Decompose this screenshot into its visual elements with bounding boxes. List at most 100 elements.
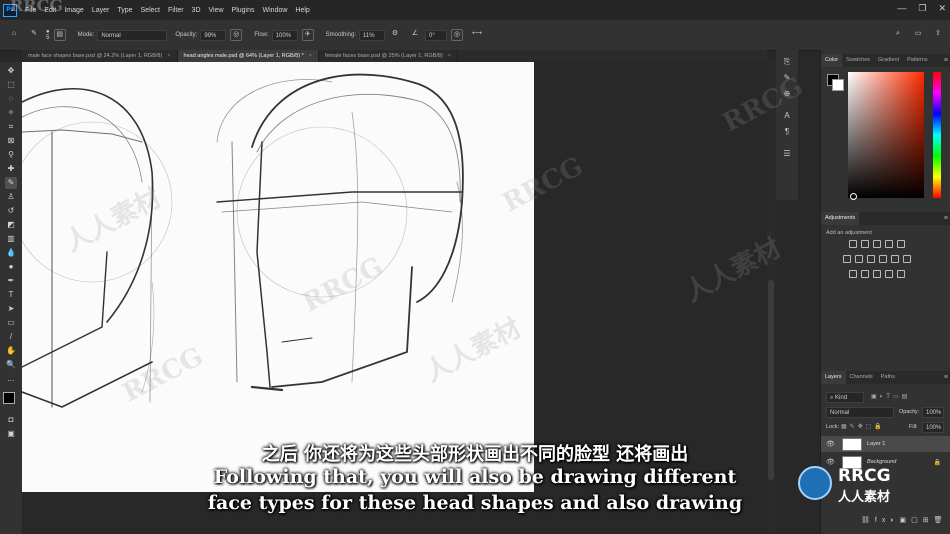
foreground-color-swatch[interactable]	[3, 392, 15, 404]
tab-channels[interactable]: Channels	[846, 371, 877, 384]
move-tool-icon[interactable]: ✥	[5, 65, 17, 77]
panel-menu-icon[interactable]: ≡	[944, 374, 948, 381]
tab-color[interactable]: Color	[821, 54, 843, 67]
menu-image[interactable]: Image	[60, 7, 87, 14]
tab-swatches[interactable]: Swatches	[842, 54, 874, 67]
blur-tool-icon[interactable]: 💧	[5, 247, 17, 259]
fill-field[interactable]: 100%	[922, 422, 944, 433]
panel-menu-icon[interactable]: ≡	[944, 215, 948, 222]
tab-male-face-shapes[interactable]: male face shapes base.psd @ 24.2% (Layer…	[22, 50, 178, 62]
lasso-tool-icon[interactable]: ◌	[5, 93, 17, 105]
document-canvas[interactable]	[11, 62, 534, 492]
eraser-tool-icon[interactable]: ◩	[5, 219, 17, 231]
libraries-icon[interactable]: ☰	[781, 148, 793, 160]
tab-patterns[interactable]: Patterns	[903, 54, 931, 67]
tab-gradient[interactable]: Gradient	[874, 54, 903, 67]
smoothing-field[interactable]: 11%	[359, 29, 386, 41]
menu-view[interactable]: View	[205, 7, 228, 14]
magic-wand-tool-icon[interactable]: ✧	[5, 107, 17, 119]
curves-icon[interactable]	[873, 240, 881, 248]
pressure-size-icon[interactable]: ◎	[451, 29, 464, 41]
eyedropper-tool-icon[interactable]: ⚲	[5, 149, 17, 161]
zoom-tool-icon[interactable]: 🔍	[5, 359, 17, 371]
frame-tool-icon[interactable]: ⊠	[5, 135, 17, 147]
hand-tool-icon[interactable]: ✋	[5, 345, 17, 357]
layer-filter-icons[interactable]: ▣◐T▭▤	[871, 393, 910, 400]
tab-layers[interactable]: Layers	[821, 371, 846, 384]
home-icon[interactable]: ⌂	[8, 29, 20, 41]
pressure-opacity-icon[interactable]: ◎	[230, 29, 243, 41]
menu-type[interactable]: Type	[113, 7, 136, 14]
mode-select[interactable]: Normal	[97, 29, 168, 41]
clone-stamp-tool-icon[interactable]: ♙	[5, 191, 17, 203]
menu-3d[interactable]: 3D	[188, 7, 205, 14]
screen-mode-icon[interactable]: ▣	[5, 428, 17, 440]
selective-color-icon[interactable]	[885, 270, 893, 278]
menu-layer[interactable]: Layer	[88, 7, 114, 14]
gradient-tool-icon[interactable]: ▥	[5, 233, 17, 245]
background-swatch[interactable]	[832, 79, 844, 91]
brush-size-picker[interactable]: ● 5	[46, 29, 50, 41]
invert-icon[interactable]	[849, 270, 857, 278]
path-selection-tool-icon[interactable]: ➤	[5, 303, 17, 315]
paragraph-icon[interactable]: ¶	[781, 126, 793, 138]
maximize-icon[interactable]: ❐	[918, 3, 926, 14]
more-tools-icon[interactable]: …	[5, 373, 17, 385]
threshold-icon[interactable]	[873, 270, 881, 278]
panel-menu-icon[interactable]: ≡	[944, 57, 948, 64]
photo-filter-icon[interactable]	[891, 255, 899, 263]
tab-head-angles-male[interactable]: head angles male.psd @ 64% (Layer 1, RGB…	[177, 50, 319, 62]
quick-mask-icon[interactable]: ◘	[5, 414, 17, 426]
marquee-tool-icon[interactable]: ⬚	[5, 79, 17, 91]
close-icon[interactable]: ×	[167, 53, 170, 59]
crop-tool-icon[interactable]: ⌗	[5, 121, 17, 133]
layer-filter-kind[interactable]: ⌕ Kind	[826, 392, 864, 403]
layer-opacity-field[interactable]: 100%	[922, 407, 944, 418]
brush-preset-icon[interactable]: ✎	[28, 29, 40, 41]
history-icon[interactable]: ⎘	[781, 56, 793, 68]
tab-paths[interactable]: Paths	[877, 371, 899, 384]
close-icon[interactable]: ×	[448, 53, 451, 59]
hue-saturation-icon[interactable]	[855, 255, 863, 263]
menu-window[interactable]: Window	[259, 7, 292, 14]
lock-icons[interactable]: ▦✎✥⬚🔒	[841, 423, 885, 430]
brightness-icon[interactable]	[849, 240, 857, 248]
close-icon[interactable]: ×	[309, 53, 312, 59]
history-brush-tool-icon[interactable]: ↺	[5, 205, 17, 217]
search-icon[interactable]: ⌕	[892, 29, 904, 41]
hue-slider[interactable]	[933, 72, 941, 198]
levels-icon[interactable]	[861, 240, 869, 248]
layer-footer-icons[interactable]: ⛓fx◐▣▢⊞🗑	[861, 516, 948, 524]
menu-filter[interactable]: Filter	[164, 7, 188, 14]
exposure-icon[interactable]	[885, 240, 893, 248]
gradient-map-icon[interactable]	[897, 240, 905, 248]
channel-mixer-icon[interactable]	[903, 255, 911, 263]
share-icon[interactable]: ⇪	[932, 29, 944, 41]
gear-icon[interactable]: ⚙	[389, 29, 401, 41]
flow-field[interactable]: 100%	[271, 29, 298, 41]
dodge-tool-icon[interactable]: ●	[5, 261, 17, 273]
workspace-icon[interactable]: ▭	[912, 29, 924, 41]
character-icon[interactable]: A	[781, 110, 793, 122]
pen-tool-icon[interactable]: ✒	[5, 275, 17, 287]
close-icon[interactable]: ✕	[938, 3, 946, 14]
color-balance-icon[interactable]	[867, 255, 875, 263]
symmetry-icon[interactable]: ⟷	[471, 29, 483, 41]
brush-settings-icon[interactable]: ▤	[53, 29, 66, 41]
layer-blend-mode[interactable]: Normal	[826, 407, 894, 418]
rectangle-tool-icon[interactable]: ▭	[5, 317, 17, 329]
angle-field[interactable]: 0°	[425, 29, 448, 41]
opacity-field[interactable]: 99%	[200, 29, 227, 41]
color-picker-field[interactable]	[848, 72, 924, 198]
tab-female-faces[interactable]: female faces base.psd @ 25% (Layer 1, RG…	[319, 50, 458, 62]
black-white-icon[interactable]	[879, 255, 887, 263]
menu-plugins[interactable]: Plugins	[228, 7, 259, 14]
type-tool-icon[interactable]: T	[5, 289, 17, 301]
color-picker-cursor[interactable]	[850, 193, 857, 200]
color-lookup-icon[interactable]	[897, 270, 905, 278]
vibrance-icon[interactable]	[843, 255, 851, 263]
minimize-icon[interactable]: —	[897, 3, 906, 14]
line-tool-icon[interactable]: /	[5, 331, 17, 343]
airbrush-icon[interactable]: ✈	[301, 29, 314, 41]
brush-tool-icon[interactable]: ✎	[5, 177, 17, 189]
